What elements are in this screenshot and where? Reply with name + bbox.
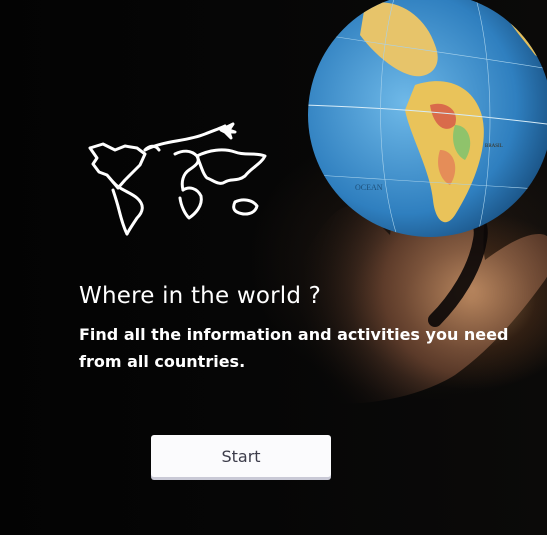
globe-ocean-label: OCEAN <box>355 183 383 192</box>
globe-image: OCEAN BRASIL <box>308 0 547 237</box>
page-title: Where in the world ? <box>79 283 322 309</box>
start-button[interactable]: Start <box>151 435 331 477</box>
globe-country-label: BRASIL <box>485 144 503 149</box>
world-map-airplane-icon <box>88 122 267 236</box>
page-subtitle: Find all the information and activities … <box>79 325 509 371</box>
hero-background: OCEAN BRASIL Where in the world ? Find a… <box>0 0 547 535</box>
